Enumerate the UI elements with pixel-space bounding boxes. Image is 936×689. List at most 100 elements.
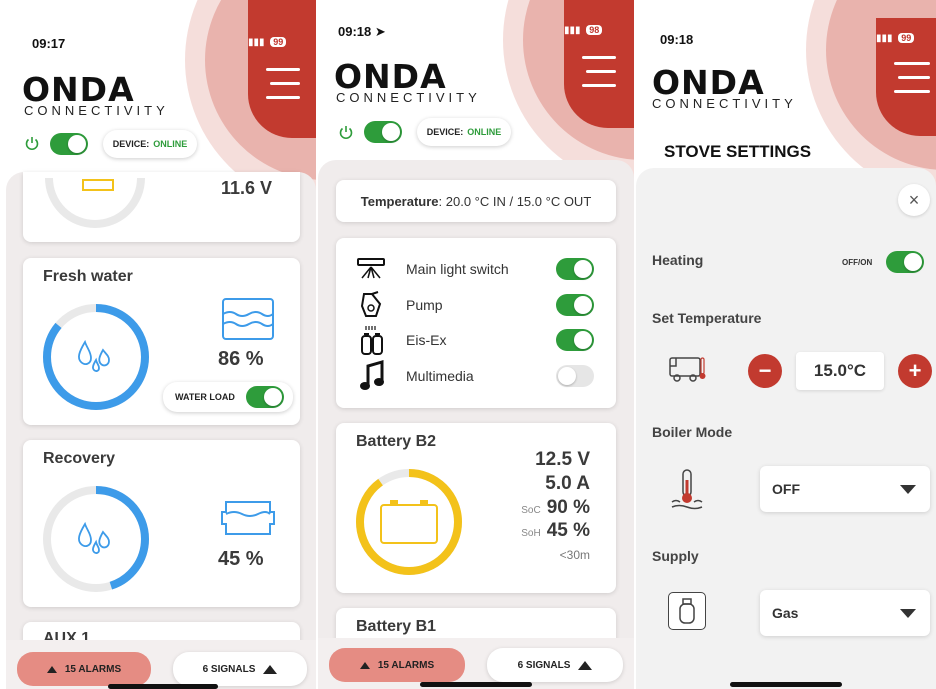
menu-line xyxy=(582,56,616,59)
status-icons: ▮▮▮ 99 xyxy=(876,33,915,44)
power-icon xyxy=(24,135,40,151)
battery-b2-current: 5.0 A xyxy=(545,473,590,494)
brand-logo: ONDA xyxy=(652,63,765,102)
heating-toggle-label: OFF/ON xyxy=(842,258,873,267)
recovery-percent: 45 % xyxy=(218,548,264,570)
switches-card: Main light switch Pump Eis-Ex Multimedia xyxy=(336,238,616,408)
signal-icon: ▮▮▮ xyxy=(248,37,265,48)
supply-select[interactable]: Gas xyxy=(760,590,930,636)
brand-logo: ONDA xyxy=(22,70,135,109)
chevron-up-icon xyxy=(263,664,278,674)
signals-label: 6 SIGNALS xyxy=(202,663,256,675)
boiler-mode-select[interactable]: OFF xyxy=(760,466,930,512)
increase-temperature-button[interactable]: + xyxy=(898,354,932,388)
soc-label: SoC xyxy=(521,505,541,516)
boiler-mode-value: OFF xyxy=(772,481,800,497)
battery-indicator: 98 xyxy=(586,25,603,35)
music-note-icon xyxy=(358,360,386,392)
chevron-up-icon xyxy=(46,665,57,673)
signals-button[interactable]: 6 SIGNALS xyxy=(487,648,623,682)
menu-line xyxy=(894,62,930,65)
battery-b2-remaining: <30m xyxy=(559,548,590,562)
temperature-value[interactable]: 15.0°C xyxy=(796,352,884,390)
boiler-mode-label: Boiler Mode xyxy=(652,424,733,440)
main-light-toggle[interactable] xyxy=(556,258,594,280)
status-time: 09:17 xyxy=(32,36,66,51)
device-status: ONLINE xyxy=(467,127,502,137)
soh-value: 45 % xyxy=(546,520,590,541)
recovery-title: Recovery xyxy=(43,450,116,467)
heating-toggle[interactable] xyxy=(886,251,924,273)
alarms-label: 15 ALARMS xyxy=(377,659,435,671)
menu-button[interactable] xyxy=(248,0,316,138)
fresh-water-percent: 86 % xyxy=(218,348,264,370)
battery-b2-title: Battery B2 xyxy=(356,433,437,450)
close-icon[interactable]: × xyxy=(898,184,930,216)
home-indicator[interactable] xyxy=(730,682,842,687)
fresh-water-gauge xyxy=(43,304,149,410)
signals-button[interactable]: 6 SIGNALS xyxy=(173,652,307,686)
grey-water-tank-icon xyxy=(221,501,275,535)
water-load-toggle[interactable] xyxy=(246,386,284,408)
brand-logo: ONDA xyxy=(334,57,447,96)
device-status-badge: DEVICE: ONLINE xyxy=(417,118,511,146)
recovery-gauge xyxy=(43,486,149,592)
temperature-label: Temperature xyxy=(360,193,439,209)
menu-line xyxy=(266,96,300,99)
pump-toggle[interactable] xyxy=(556,294,594,316)
alarms-button[interactable]: 15 ALARMS xyxy=(17,652,151,686)
soh-label: SoH xyxy=(521,528,541,539)
device-status: ONLINE xyxy=(153,139,188,149)
ceiling-light-icon xyxy=(356,256,386,280)
camper-thermometer-icon xyxy=(668,354,708,384)
screen-dashboard-water: 09:17 ▮▮▮ 99 ONDA CONNECTIVITY DEVICE: O… xyxy=(0,0,316,689)
fresh-water-title: Fresh water xyxy=(43,268,133,285)
home-indicator[interactable] xyxy=(420,682,532,687)
soc-value: 90 % xyxy=(546,497,590,518)
chevron-up-icon xyxy=(359,661,370,669)
gas-bottle-icon xyxy=(668,592,706,630)
device-label: DEVICE: xyxy=(112,139,150,149)
recovery-card[interactable]: Recovery 45 % xyxy=(23,440,300,607)
battery-b2-gauge xyxy=(356,469,462,575)
menu-line xyxy=(586,70,616,73)
power-toggle[interactable] xyxy=(50,133,88,155)
power-icon xyxy=(338,124,354,140)
battery-card-partial[interactable]: 11.6 V xyxy=(23,172,300,242)
menu-line xyxy=(898,76,930,79)
temperature-card: Temperature: 20.0 °C IN / 15.0 °C OUT xyxy=(336,180,616,222)
chevron-down-icon xyxy=(900,609,916,618)
home-indicator[interactable] xyxy=(108,684,218,689)
screen-dashboard-switches: 09:18 ➤ ▮▮▮ 98 ONDA CONNECTIVITY DEVICE:… xyxy=(318,0,634,689)
menu-line xyxy=(270,82,300,85)
device-status-badge: DEVICE: ONLINE xyxy=(103,130,197,158)
water-load-label: WATER LOAD xyxy=(175,392,235,402)
menu-button[interactable] xyxy=(564,0,634,128)
temperature-value: : 20.0 °C IN / 15.0 °C OUT xyxy=(438,193,592,209)
supply-value: Gas xyxy=(772,605,799,621)
water-heater-icon xyxy=(670,468,704,512)
alarms-button[interactable]: 15 ALARMS xyxy=(329,648,465,682)
device-label: DEVICE: xyxy=(426,127,464,137)
supply-label: Supply xyxy=(652,548,699,564)
battery-b2-soh-row: SoH 45 % xyxy=(521,520,590,542)
eis-ex-icon xyxy=(358,324,386,356)
decrease-temperature-button[interactable]: − xyxy=(748,354,782,388)
menu-line xyxy=(266,68,300,71)
heating-label: Heating xyxy=(652,252,704,268)
signal-icon: ▮▮▮ xyxy=(564,25,581,36)
page-title: STOVE SETTINGS xyxy=(664,142,812,161)
battery-b2-soc-row: SoC 90 % xyxy=(521,497,590,519)
water-tank-icon xyxy=(222,298,274,340)
eis-ex-toggle[interactable] xyxy=(556,329,594,351)
screen-stove-settings: 09:18 ▮▮▮ 99 ONDA CONNECTIVITY STOVE SET… xyxy=(636,0,936,689)
chevron-down-icon xyxy=(900,485,916,494)
battery-b2-voltage: 12.5 V xyxy=(535,449,590,470)
battery-b2-card[interactable]: Battery B2 12.5 V 5.0 A SoC 90 % SoH 45 … xyxy=(336,423,616,593)
water-drops-icon xyxy=(78,339,110,372)
multimedia-toggle[interactable] xyxy=(556,365,594,387)
fresh-water-card[interactable]: Fresh water 86 % WATER LOAD xyxy=(23,258,300,425)
content-area xyxy=(6,172,316,689)
switch-label-eis-ex: Eis-Ex xyxy=(406,332,447,348)
power-toggle[interactable] xyxy=(364,121,402,143)
